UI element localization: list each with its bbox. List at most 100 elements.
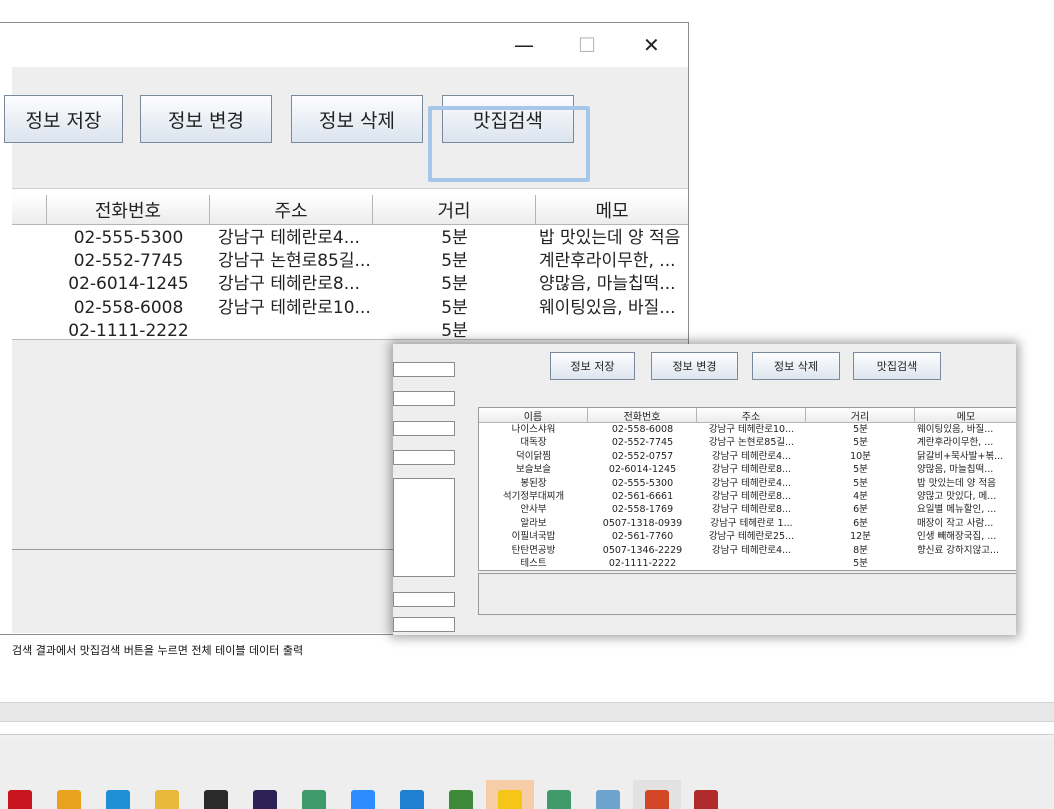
restaurant-search-button[interactable]: 맛집검색 <box>853 352 941 380</box>
table-cell[interactable]: 계란후라이무한, ... <box>917 436 1016 449</box>
column-header-address[interactable]: 주소 <box>697 408 806 423</box>
table-cell[interactable]: 강남구 테헤란로4... <box>697 450 806 463</box>
edge-icon[interactable] <box>106 790 130 809</box>
update-info-button[interactable]: 정보 변경 <box>140 95 272 143</box>
vscode-icon[interactable] <box>400 790 424 809</box>
table-cell[interactable]: 강남구 테헤란로4... <box>218 227 388 250</box>
table-cell[interactable]: 덕이닭찜 <box>479 450 588 463</box>
extra-input-2[interactable] <box>393 617 455 632</box>
table-cell[interactable]: 02-555-5300 <box>588 477 697 490</box>
media-player-2-icon[interactable] <box>547 790 571 809</box>
table-cell[interactable]: 02-555-5300 <box>47 227 210 250</box>
table-cell[interactable]: 12분 <box>806 530 915 543</box>
column-header-memo[interactable]: 메모 <box>915 408 1016 423</box>
table-cell[interactable]: 테스트 <box>479 557 588 570</box>
table-cell[interactable]: 강남구 테헤란로8... <box>218 273 388 296</box>
table-cell[interactable]: 강남구 테헤란로8... <box>697 490 806 503</box>
table-cell[interactable]: 02-558-6008 <box>588 423 697 436</box>
table-cell[interactable]: 요일별 메뉴할인, ... <box>917 503 1016 516</box>
column-header-name[interactable] <box>12 195 47 225</box>
table-cell[interactable]: 계란후라이무한, ... <box>539 250 691 273</box>
table-cell[interactable]: 8분 <box>806 544 915 557</box>
table-cell[interactable]: 닭갈비+묵사발+볶... <box>917 450 1016 463</box>
table-cell[interactable]: 4분 <box>806 490 915 503</box>
column-header-phone[interactable]: 전화번호 <box>47 195 210 225</box>
table-cell[interactable]: 보슬보슬 <box>479 463 588 476</box>
node-icon[interactable] <box>449 790 473 809</box>
table-cell[interactable]: 02-558-6008 <box>47 297 210 320</box>
table-cell[interactable]: 봉된장 <box>479 477 588 490</box>
table-cell[interactable]: 강남구 테헤란로4... <box>697 477 806 490</box>
table-cell[interactable]: 강남구 테헤란로 1... <box>697 517 806 530</box>
table-cell[interactable]: 02-561-6661 <box>588 490 697 503</box>
save-info-button[interactable]: 정보 저장 <box>4 95 123 143</box>
table-cell[interactable]: 양많음, 마늘칩떡... <box>539 273 691 296</box>
table-cell[interactable]: 02-1111-2222 <box>588 557 697 570</box>
address-input[interactable] <box>393 421 455 436</box>
table-cell[interactable]: 02-552-7745 <box>47 250 210 273</box>
table-cell[interactable]: 5분 <box>806 477 915 490</box>
column-header-distance[interactable]: 거리 <box>806 408 915 423</box>
table-cell[interactable]: 강남구 테헤란로10... <box>697 423 806 436</box>
table-cell[interactable]: 밥 맛있는데 양 적음 <box>917 477 1016 490</box>
table-cell[interactable]: 강남구 테헤란로8... <box>697 503 806 516</box>
chrome-icon[interactable] <box>57 790 81 809</box>
table-cell[interactable]: 양많고 맛있다, 메... <box>917 490 1016 503</box>
close-button[interactable]: ✕ <box>643 35 660 55</box>
table-cell[interactable]: 6분 <box>806 517 915 530</box>
phone-input[interactable] <box>393 391 455 406</box>
table-cell[interactable]: 5분 <box>806 423 915 436</box>
winrar-icon[interactable] <box>694 790 718 809</box>
netflix-icon[interactable] <box>8 790 32 809</box>
table-cell[interactable]: 강남구 논현로85길... <box>697 436 806 449</box>
table-cell[interactable]: 02-558-1769 <box>588 503 697 516</box>
table-cell[interactable]: 대독장 <box>479 436 588 449</box>
table-cell[interactable]: 강남구 테헤란로25... <box>697 530 806 543</box>
table-cell[interactable]: 매장이 작고 사람... <box>917 517 1016 530</box>
distance-input[interactable] <box>393 450 455 465</box>
kakaotalk-icon[interactable] <box>498 790 522 809</box>
column-header-distance[interactable]: 거리 <box>373 195 536 225</box>
table-cell[interactable]: 10분 <box>806 450 915 463</box>
table-cell[interactable]: 양많음, 마늘칩떡... <box>917 463 1016 476</box>
media-player-icon[interactable] <box>302 790 326 809</box>
file-explorer-icon[interactable] <box>155 790 179 809</box>
name-input[interactable] <box>393 362 455 377</box>
maximize-button[interactable]: ☐ <box>578 35 596 55</box>
table-cell[interactable]: 나이스샤워 <box>479 423 588 436</box>
eclipse-icon[interactable] <box>253 790 277 809</box>
column-header-address[interactable]: 주소 <box>210 195 373 225</box>
terminal-icon[interactable] <box>204 790 228 809</box>
table-cell[interactable]: 02-6014-1245 <box>47 273 210 296</box>
table-cell[interactable]: 02-561-7760 <box>588 530 697 543</box>
minimize-button[interactable]: — <box>514 35 534 55</box>
table-cell[interactable]: 탄탄면공방 <box>479 544 588 557</box>
table-cell[interactable]: 02-552-7745 <box>588 436 697 449</box>
table-cell[interactable]: 강남구 테헤란로10... <box>218 297 388 320</box>
table-cell[interactable]: 0507-1346-2229 <box>588 544 697 557</box>
table-cell[interactable]: 5분 <box>373 250 536 273</box>
powerpoint-icon[interactable] <box>645 790 669 809</box>
table-cell[interactable]: 밥 맛있는데 양 적음 <box>539 227 691 250</box>
table-cell[interactable]: 강남구 테헤란로8... <box>697 463 806 476</box>
save-info-button[interactable]: 정보 저장 <box>550 352 635 380</box>
table-cell[interactable]: 석기정부대찌개 <box>479 490 588 503</box>
table-cell[interactable]: 인생 빼해장국집, ... <box>917 530 1016 543</box>
table-cell[interactable]: 강남구 테헤란로4... <box>697 544 806 557</box>
column-header-phone[interactable]: 전화번호 <box>588 408 697 423</box>
table-cell[interactable]: 알라보 <box>479 517 588 530</box>
table-cell[interactable]: 5분 <box>373 273 536 296</box>
table-cell[interactable]: 5분 <box>373 227 536 250</box>
table-cell[interactable]: 5분 <box>373 297 536 320</box>
table-cell[interactable]: 6분 <box>806 503 915 516</box>
delete-info-button[interactable]: 정보 삭제 <box>752 352 840 380</box>
memo-textarea[interactable] <box>393 478 455 577</box>
eraser-icon[interactable] <box>596 790 620 809</box>
delete-info-button[interactable]: 정보 삭제 <box>291 95 423 143</box>
table-cell[interactable]: 웨이팅있음, 바질... <box>917 423 1016 436</box>
update-info-button[interactable]: 정보 변경 <box>651 352 738 380</box>
column-header-memo[interactable]: 메모 <box>536 195 688 225</box>
table-cell[interactable]: 02-6014-1245 <box>588 463 697 476</box>
table-cell[interactable]: 5분 <box>806 463 915 476</box>
extra-input-1[interactable] <box>393 592 455 607</box>
